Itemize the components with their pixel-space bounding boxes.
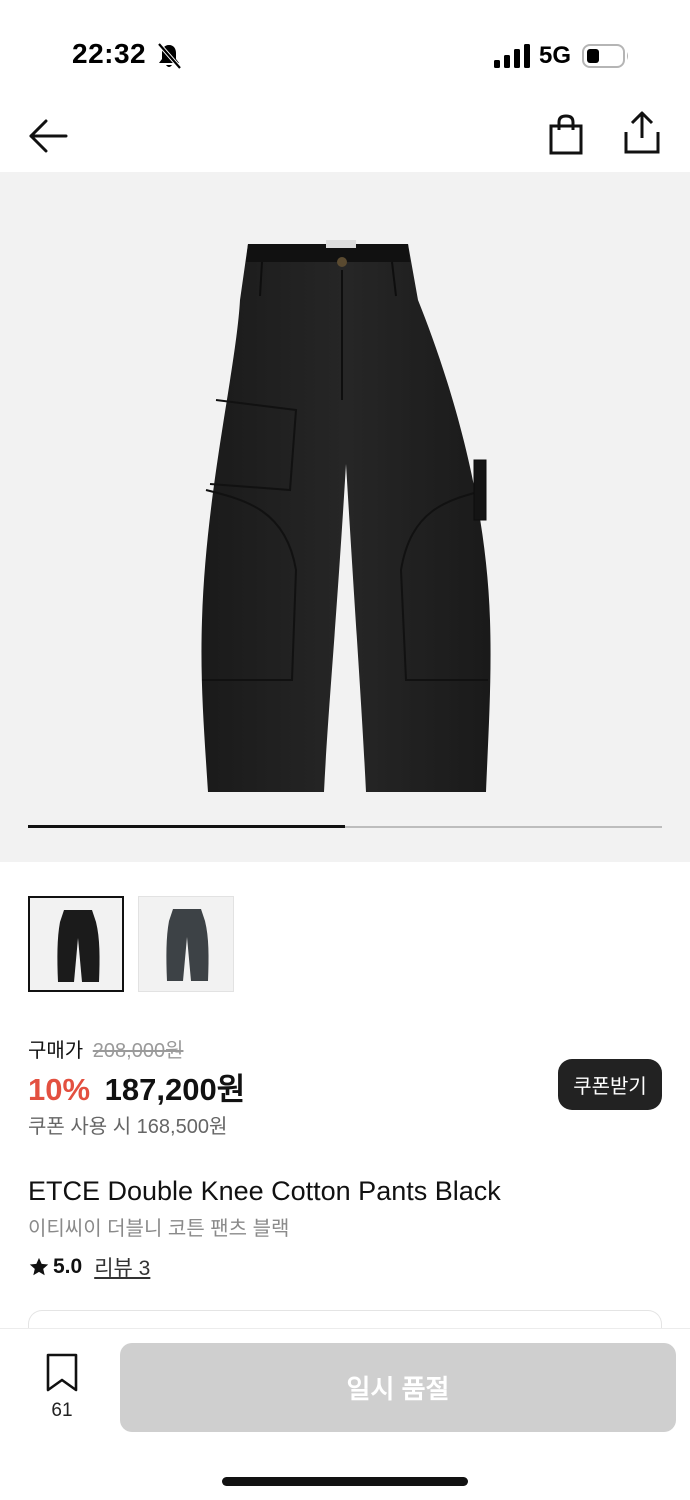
bookmark-button[interactable]: 61 (40, 1353, 84, 1423)
thumbnail-black-image (57, 910, 100, 982)
product-image-pants (201, 240, 491, 792)
bookmark-count: 61 (51, 1400, 73, 1421)
top-nav-bar (0, 100, 690, 172)
shopping-bag-icon[interactable] (546, 112, 586, 156)
sold-out-button[interactable]: 일시 품절 (120, 1343, 676, 1432)
original-price: 208,000원 (92, 1040, 184, 1062)
home-indicator (222, 1477, 468, 1486)
battery-icon (582, 44, 628, 68)
review-link[interactable]: 리뷰 3 (94, 1252, 150, 1282)
thumbnail-list (28, 896, 234, 992)
product-title: ETCE Double Knee Cotton Pants Black (28, 1176, 501, 1206)
star-icon (29, 1257, 49, 1276)
rating-row: 5.0 리뷰 3 (28, 1252, 150, 1282)
bell-slash-icon (157, 42, 182, 70)
price-label: 구매가 (28, 1040, 84, 1062)
share-icon[interactable] (622, 110, 662, 156)
product-image-carousel[interactable] (0, 172, 690, 862)
sale-price-row: 10% 187,200원 (28, 1064, 245, 1109)
rating-value: 5.0 (53, 1255, 83, 1278)
carousel-progress-track (28, 825, 662, 828)
bottom-action-bar: 61 일시 품절 (0, 1328, 690, 1500)
status-bar: 22:32 5G (0, 0, 690, 100)
back-arrow-icon[interactable] (26, 114, 70, 158)
status-time: 22:32 (72, 38, 147, 69)
coupon-price-text: 쿠폰 사용 시 168,500원 (28, 1116, 228, 1138)
sale-price: 187,200원 (104, 1072, 246, 1107)
signal-icon (494, 44, 530, 68)
discount-rate: 10% (28, 1072, 91, 1107)
network-label: 5G (539, 42, 572, 69)
thumbnail-charcoal-image (166, 909, 209, 981)
thumbnail-charcoal[interactable] (138, 896, 234, 992)
thumbnail-black[interactable] (28, 896, 124, 992)
get-coupon-button[interactable]: 쿠폰받기 (558, 1059, 662, 1110)
product-subtitle: 이티씨이 더블니 코튼 팬츠 블랙 (28, 1218, 290, 1240)
bookmark-icon (46, 1353, 78, 1392)
price-label-row: 구매가 208,000원 (28, 1034, 183, 1063)
carousel-progress-indicator (28, 825, 345, 828)
